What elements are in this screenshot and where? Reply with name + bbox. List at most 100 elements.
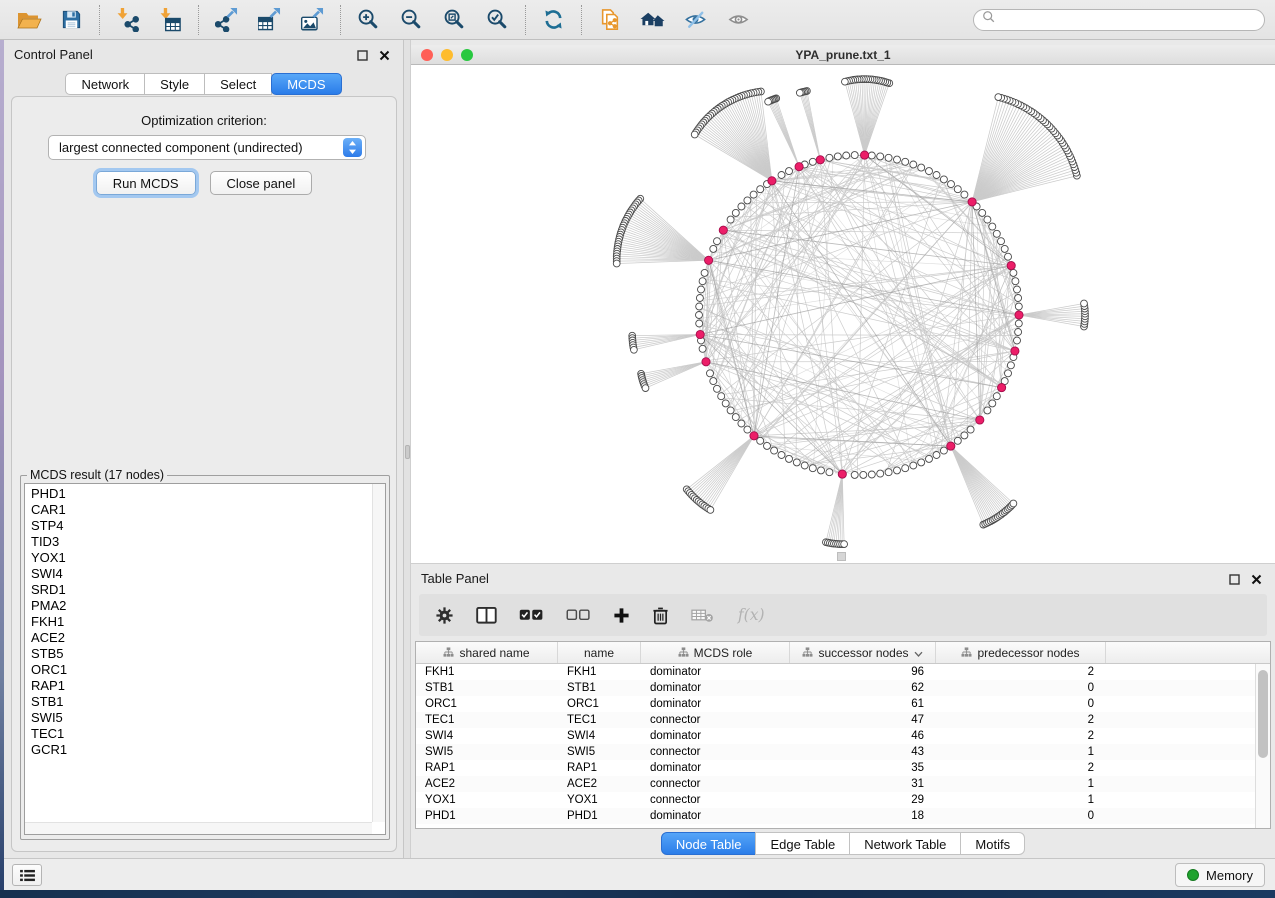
open-file-icon[interactable] — [10, 4, 47, 36]
control-panel-title: Control Panel — [14, 47, 93, 62]
mcds-result-item[interactable]: ACE2 — [25, 630, 372, 646]
table-row[interactable]: FKH1FKH1dominator962 — [416, 664, 1270, 680]
duplicate-network-icon[interactable] — [591, 4, 628, 36]
column-header-predecessor-nodes[interactable]: predecessor nodes — [936, 642, 1106, 663]
mcds-result-item[interactable]: TID3 — [25, 534, 372, 550]
table-row[interactable]: PHD1PHD1dominator180 — [416, 808, 1270, 824]
network-canvas[interactable] — [411, 65, 1275, 563]
mcds-result-item[interactable]: STB5 — [25, 646, 372, 662]
table-row[interactable]: ORC1ORC1dominator610 — [416, 696, 1270, 712]
column-header-successor-nodes[interactable]: successor nodes — [790, 642, 936, 663]
search-input[interactable] — [1001, 12, 1256, 27]
table-row[interactable]: RAP1RAP1dominator352 — [416, 760, 1270, 776]
add-icon[interactable] — [613, 600, 630, 630]
table-row[interactable]: STB1STB1dominator620 — [416, 680, 1270, 696]
mcds-result-item[interactable]: ORC1 — [25, 662, 372, 678]
table-row[interactable]: SWI5SWI5connector431 — [416, 744, 1270, 760]
mcds-horizontal-scrollbar[interactable] — [25, 822, 372, 834]
table-cell: TEC1 — [558, 712, 641, 728]
export-network-icon[interactable] — [208, 4, 245, 36]
zoom-fit-icon[interactable] — [436, 4, 473, 36]
network-scroll-grip[interactable] — [837, 552, 846, 561]
column-header-label: MCDS role — [694, 646, 753, 660]
table-cell: 35 — [790, 760, 936, 776]
scrollbar-thumb[interactable] — [1258, 670, 1268, 758]
table-cell: 61 — [790, 696, 936, 712]
function-builder-icon[interactable]: f(x) — [736, 600, 769, 630]
hide-selected-icon[interactable] — [677, 4, 714, 36]
table-row[interactable]: YOX1YOX1connector291 — [416, 792, 1270, 808]
search-box[interactable] — [973, 9, 1265, 31]
column-header-MCDS-role[interactable]: MCDS role — [641, 642, 790, 663]
export-table-icon[interactable] — [251, 4, 288, 36]
table-cell: 1 — [936, 776, 1106, 792]
zoom-selected-icon[interactable] — [479, 4, 516, 36]
table-cell-filler — [1106, 744, 1270, 760]
import-network-icon[interactable] — [109, 4, 146, 36]
table-cell: YOX1 — [416, 792, 558, 808]
show-all-icon[interactable] — [720, 4, 757, 36]
mcds-result-item[interactable]: CAR1 — [25, 502, 372, 518]
refresh-icon[interactable] — [535, 4, 572, 36]
zoom-out-icon[interactable] — [393, 4, 430, 36]
float-table-panel-icon[interactable] — [1227, 572, 1241, 586]
tab-node-table[interactable]: Node Table — [661, 832, 757, 855]
mcds-result-item[interactable]: GCR1 — [25, 742, 372, 758]
delete-table-icon[interactable] — [691, 600, 714, 630]
tab-style[interactable]: Style — [144, 73, 205, 95]
network-window-titlebar[interactable]: YPA_prune.txt_1 — [411, 45, 1275, 65]
column-header-shared-name[interactable]: shared name — [416, 642, 558, 663]
tab-motifs[interactable]: Motifs — [960, 832, 1025, 855]
toolbar-icon-groups — [10, 4, 757, 36]
delete-icon[interactable] — [652, 600, 669, 630]
table-vertical-scrollbar[interactable] — [1255, 664, 1270, 828]
mcds-result-item[interactable]: RAP1 — [25, 678, 372, 694]
table-cell: connector — [641, 744, 790, 760]
mcds-vertical-scrollbar[interactable] — [372, 484, 385, 822]
divider-grip[interactable] — [405, 445, 410, 459]
column-header-name[interactable]: name — [558, 642, 641, 663]
table-row[interactable]: ACE2ACE2connector311 — [416, 776, 1270, 792]
zoom-in-icon[interactable] — [350, 4, 387, 36]
mcds-result-item[interactable]: SRD1 — [25, 582, 372, 598]
network-graph[interactable] — [411, 65, 1275, 563]
table-row[interactable]: SWI4SWI4dominator462 — [416, 728, 1270, 744]
table-cell-filler — [1106, 776, 1270, 792]
tab-select[interactable]: Select — [204, 73, 272, 95]
save-icon[interactable] — [53, 4, 90, 36]
tab-network-table[interactable]: Network Table — [849, 832, 961, 855]
table-row[interactable]: TEC1TEC1connector472 — [416, 712, 1270, 728]
memory-button[interactable]: Memory — [1175, 863, 1265, 887]
table-cell-filler — [1106, 808, 1270, 824]
table-cell: 2 — [936, 728, 1106, 744]
table-cell: ACE2 — [416, 776, 558, 792]
mcds-result-item[interactable]: SWI4 — [25, 566, 372, 582]
optimization-criterion-select[interactable]: largest connected component (undirected) — [48, 135, 366, 160]
tab-mcds[interactable]: MCDS — [271, 73, 341, 95]
mcds-result-item[interactable]: STB1 — [25, 694, 372, 710]
float-panel-icon[interactable] — [355, 48, 369, 62]
mcds-result-title: MCDS result (17 nodes) — [27, 468, 167, 482]
tab-edge-table[interactable]: Edge Table — [755, 832, 850, 855]
settings-icon[interactable] — [435, 600, 454, 630]
deselect-all-icon[interactable] — [566, 600, 591, 630]
mcds-result-item[interactable]: PHD1 — [25, 486, 372, 502]
import-table-icon[interactable] — [152, 4, 189, 36]
select-all-icon[interactable] — [519, 600, 544, 630]
close-panel-icon[interactable] — [377, 48, 391, 62]
mcds-result-item[interactable]: YOX1 — [25, 550, 372, 566]
close-table-panel-icon[interactable] — [1249, 572, 1263, 586]
split-view-icon[interactable] — [476, 600, 497, 630]
close-panel-button[interactable]: Close panel — [210, 171, 313, 195]
mcds-result-item[interactable]: FKH1 — [25, 614, 372, 630]
mcds-result-item[interactable]: PMA2 — [25, 598, 372, 614]
task-history-button[interactable] — [12, 864, 42, 886]
tab-network[interactable]: Network — [65, 73, 145, 95]
panel-divider[interactable] — [404, 40, 411, 858]
mcds-result-item[interactable]: SWI5 — [25, 710, 372, 726]
export-image-icon[interactable] — [294, 4, 331, 36]
mcds-result-item[interactable]: TEC1 — [25, 726, 372, 742]
first-neighbors-icon[interactable] — [634, 4, 671, 36]
mcds-result-item[interactable]: STP4 — [25, 518, 372, 534]
run-mcds-button[interactable]: Run MCDS — [96, 171, 196, 195]
